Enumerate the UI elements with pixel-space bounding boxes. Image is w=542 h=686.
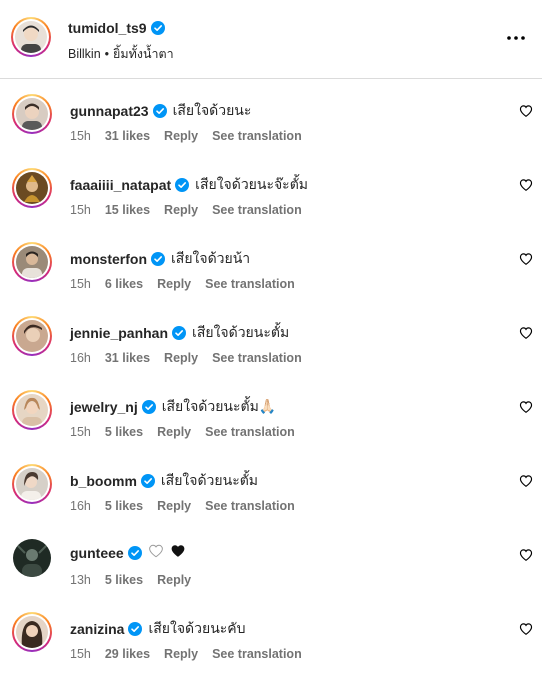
commenter-avatar[interactable] [12, 390, 52, 430]
reply-button[interactable]: Reply [157, 499, 191, 513]
song-title: ยิ้มทั้งน้ำตา [113, 47, 174, 61]
author-username[interactable]: tumidol_ts9 [68, 20, 147, 36]
comment-text: เสียใจด้วยนะจ๊ะตั้ม [195, 176, 309, 192]
heart-outline-icon[interactable] [519, 400, 533, 414]
verified-badge-icon [140, 474, 155, 488]
comment-time: 15h [70, 277, 91, 291]
comment-item: gunnapat23 เสียใจด้วยนะ 15h 31 likes Rep… [0, 94, 542, 168]
verified-badge-icon [127, 545, 142, 560]
commenter-avatar[interactable] [12, 94, 52, 134]
comment-text: เสียใจด้วยนะ [172, 102, 252, 118]
verified-badge-icon [152, 104, 167, 118]
heart-outline-icon[interactable] [519, 252, 533, 266]
verified-badge-icon [175, 178, 190, 192]
audio-info[interactable]: Billkin • ยิ้มทั้งน้ำตา [68, 44, 174, 64]
see-translation-button[interactable]: See translation [205, 425, 295, 439]
reply-button[interactable]: Reply [164, 203, 198, 217]
comment-likes[interactable]: 5 likes [105, 573, 143, 587]
comment-time: 13h [70, 573, 91, 587]
comment-item: gunteee 13h 5 likes Reply [0, 538, 542, 612]
comment-time: 15h [70, 129, 91, 143]
comment-text: เสียใจด้วยนะตั้ม🙏🏻 [161, 398, 277, 414]
reply-button[interactable]: Reply [164, 129, 198, 143]
commenter-avatar[interactable] [12, 464, 52, 504]
author-avatar[interactable] [11, 17, 51, 57]
comment-likes[interactable]: 31 likes [105, 351, 150, 365]
see-translation-button[interactable]: See translation [212, 129, 302, 143]
see-translation-button[interactable]: See translation [205, 499, 295, 513]
comment-text: เสียใจด้วยนะตั้ม [192, 324, 290, 340]
comment-text: เสียใจด้วยนะคับ [148, 620, 246, 636]
comment-likes[interactable]: 5 likes [105, 425, 143, 439]
comment-likes[interactable]: 15 likes [105, 203, 150, 217]
comment-item: zanizina เสียใจด้วยนะคับ 15h 29 likes Re… [0, 612, 542, 686]
comment-username[interactable]: gunnapat23 [70, 103, 149, 119]
see-translation-button[interactable]: See translation [212, 351, 302, 365]
verified-badge-icon [151, 252, 165, 266]
comment-username[interactable]: jennie_panhan [70, 325, 168, 341]
see-translation-button[interactable]: See translation [212, 647, 302, 661]
comment-text: เสียใจด้วยนะตั้ม [160, 472, 259, 488]
heart-outline-icon[interactable] [519, 326, 533, 340]
comment-time: 15h [70, 647, 91, 661]
comment-item: b_boomm เสียใจด้วยนะตั้ม 16h 5 likes Rep… [0, 464, 542, 538]
heart-outline-icon[interactable] [519, 548, 533, 562]
reply-button[interactable]: Reply [164, 647, 198, 661]
see-translation-button[interactable]: See translation [205, 277, 295, 291]
comment-username[interactable]: faaaiiii_natapat [70, 177, 171, 193]
comment-username[interactable]: jewelry_nj [70, 399, 138, 415]
verified-badge-icon [128, 622, 143, 636]
see-translation-button[interactable]: See translation [212, 203, 302, 217]
commenter-avatar[interactable] [12, 168, 52, 208]
separator: • [104, 47, 110, 61]
comment-username[interactable]: zanizina [70, 621, 124, 637]
comment-likes[interactable]: 29 likes [105, 647, 150, 661]
comment-likes[interactable]: 31 likes [105, 129, 150, 143]
comment-time: 16h [70, 351, 91, 365]
commenter-avatar[interactable] [12, 316, 52, 356]
comment-item: jennie_panhan เสียใจด้วยนะตั้ม 16h 31 li… [0, 316, 542, 390]
song-artist: Billkin [68, 47, 101, 61]
comment-username[interactable]: b_boomm [70, 473, 137, 489]
comment-item: monsterfon เสียใจด้วยน้า 15h 6 likes Rep… [0, 242, 542, 316]
post-header: tumidol_ts9 Billkin • ยิ้มทั้งน้ำตา [0, 0, 542, 79]
heart-outline-icon[interactable] [519, 622, 533, 636]
verified-badge-icon [172, 326, 187, 340]
more-horizontal-icon[interactable] [504, 26, 528, 50]
white-heart-icon [148, 544, 164, 561]
comment-item: faaaiiii_natapat เสียใจด้วยนะจ๊ะตั้ม 15h… [0, 168, 542, 242]
comment-likes[interactable]: 6 likes [105, 277, 143, 291]
commenter-avatar[interactable] [12, 242, 52, 282]
comment-username[interactable]: monsterfon [70, 251, 147, 267]
reply-button[interactable]: Reply [157, 425, 191, 439]
comment-time: 15h [70, 425, 91, 439]
reply-button[interactable]: Reply [164, 351, 198, 365]
heart-outline-icon[interactable] [519, 104, 533, 118]
comment-time: 16h [70, 499, 91, 513]
comment-item: jewelry_nj เสียใจด้วยนะตั้ม🙏🏻 15h 5 like… [0, 390, 542, 464]
comment-text: เสียใจด้วยน้า [171, 250, 251, 266]
heart-outline-icon[interactable] [519, 474, 533, 488]
comment-username[interactable]: gunteee [70, 545, 124, 561]
verified-badge-icon [150, 21, 165, 35]
reply-button[interactable]: Reply [157, 277, 191, 291]
commenter-avatar[interactable] [12, 538, 52, 578]
verified-badge-icon [141, 400, 156, 414]
commenter-avatar[interactable] [12, 612, 52, 652]
reply-button[interactable]: Reply [157, 573, 191, 587]
black-heart-icon [170, 544, 186, 561]
heart-outline-icon[interactable] [519, 178, 533, 192]
comment-time: 15h [70, 203, 91, 217]
comment-likes[interactable]: 5 likes [105, 499, 143, 513]
